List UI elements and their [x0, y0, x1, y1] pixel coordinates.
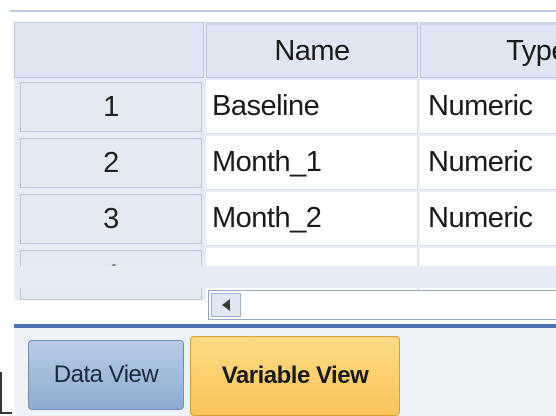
row-header-3[interactable]: 3: [20, 194, 202, 244]
cell-name-row-2[interactable]: Month_1: [206, 136, 418, 190]
tab-data-view[interactable]: Data View: [28, 340, 184, 410]
variable-grid: Name Type 1 Baseline Numeric 2 Month_1 N…: [14, 22, 556, 302]
cell-type-row-3[interactable]: Numeric: [420, 192, 556, 246]
row-header-2[interactable]: 2: [20, 138, 202, 188]
edge-bracket-mark: [0, 372, 12, 414]
horizontal-scrollbar[interactable]: [208, 290, 556, 320]
window-top-edge: [10, 0, 556, 12]
column-header-name[interactable]: Name: [206, 22, 418, 78]
scroll-left-button[interactable]: [211, 293, 241, 317]
cell-name-row-3[interactable]: Month_2: [206, 192, 418, 246]
tab-variable-view[interactable]: Variable View: [190, 336, 400, 416]
row-header-1[interactable]: 1: [20, 82, 202, 132]
grid-corner-cell[interactable]: [14, 22, 204, 78]
grid-clip-band: [14, 266, 556, 288]
cell-type-row-1[interactable]: Numeric: [420, 80, 556, 134]
triangle-left-icon: [222, 299, 230, 311]
cell-name-row-1[interactable]: Baseline: [206, 80, 418, 134]
cell-type-row-2[interactable]: Numeric: [420, 136, 556, 190]
column-header-type[interactable]: Type: [420, 22, 556, 78]
